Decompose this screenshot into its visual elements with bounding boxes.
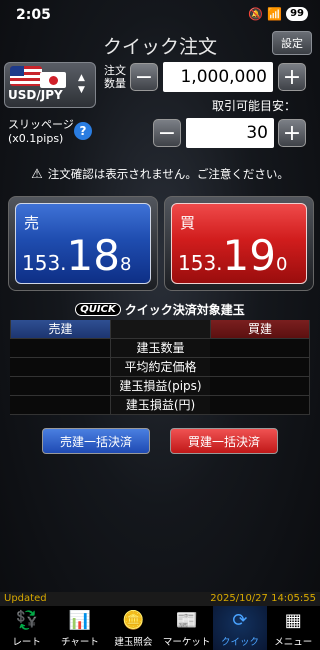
menu-icon: ▦ [284,610,302,631]
available-label: 取引可能目安： [212,99,297,113]
settle-all-sell-button[interactable]: 売建一括決済 [42,428,150,454]
slippage-minus-button[interactable]: − [153,119,181,147]
row-label: 建玉損益(円) [110,396,210,414]
qty-plus-button[interactable]: + [278,63,306,91]
us-flag-icon [10,66,42,86]
help-icon[interactable]: ? [74,122,92,140]
warning-icon: ⚠ [31,166,43,182]
positions-table: 売建 買建 建玉数量 平均約定価格 建玉損益(pips) 建玉損益(円) [10,320,310,415]
status-icons: 🔕 📶 99 [248,7,308,21]
buy-positions-header: 買建 [210,320,310,338]
slippage-input[interactable]: 30 [186,118,274,148]
position-icon: 🪙 [122,610,145,631]
qty-minus-button[interactable]: − [130,63,158,91]
currency-pair-label: USD/JPY [8,88,63,102]
news-icon: 📰 [175,610,198,631]
tab-menu[interactable]: ▦ メニュー [267,606,320,650]
wifi-icon: 📶 [267,7,283,21]
buy-side-label: 買 [180,214,196,232]
table-row: 建玉損益(pips) [10,377,310,396]
settle-all-buy-button[interactable]: 買建一括決済 [170,428,278,454]
status-time: 2:05 [16,7,51,23]
qty-label: 注文 数量 [104,64,126,90]
tab-quick[interactable]: ⟳ クイック [213,606,267,650]
quick-icon: ⟳ [232,610,248,631]
updown-arrows-icon: ▲ ▼ [78,73,85,95]
bottom-tab-bar: 💱 レート 📊 チャート 🪙 建玉照会 📰 マーケット ⟳ クイック ▦ メニュ… [0,606,320,650]
sell-price: 153. 18 8 [22,231,132,280]
row-label: 建玉数量 [110,339,210,357]
quick-settlement-title: QUICK クイック決済対象建玉 [0,301,320,318]
slippage-plus-button[interactable]: + [278,119,306,147]
chart-icon: 📊 [68,610,92,631]
sell-price-button[interactable]: 売 153. 18 8 [8,196,158,291]
table-row: 建玉損益(円) [10,396,310,415]
rate-icon: 💱 [15,610,38,631]
table-row: 建玉数量 [10,339,310,358]
quick-logo: QUICK [75,303,121,316]
table-row: 平均約定価格 [10,358,310,377]
buy-price: 153. 19 0 [178,231,288,280]
slippage-label: スリッページ (x0.1pips) [8,118,74,145]
jp-flag-icon [40,72,66,88]
tab-rate[interactable]: 💱 レート [0,606,53,650]
mute-icon: 🔕 [248,7,264,21]
buy-price-button[interactable]: 買 153. 19 0 [164,196,314,291]
updated-timestamp: 2025/10/27 14:05:55 [210,593,316,604]
sell-positions-header: 売建 [10,320,110,338]
battery-icon: 99 [286,7,308,21]
updated-label: Updated [4,593,47,604]
tab-positions[interactable]: 🪙 建玉照会 [107,606,160,650]
qty-input[interactable]: 1,000,000 [163,62,273,92]
update-bar: Updated 2025/10/27 14:05:55 [0,592,320,606]
row-label: 平均約定価格 [110,358,210,376]
status-bar: 2:05 🔕 📶 99 [0,0,320,30]
row-label: 建玉損益(pips) [110,377,210,395]
settings-button[interactable]: 設定 [272,31,312,55]
confirmation-notice: ⚠ 注文確認は表示されません。ご注意ください。 [31,166,289,182]
tab-chart[interactable]: 📊 チャート [53,606,106,650]
tab-market[interactable]: 📰 マーケット [160,606,213,650]
positions-header-row: 売建 買建 [10,320,310,339]
sell-side-label: 売 [24,214,40,232]
